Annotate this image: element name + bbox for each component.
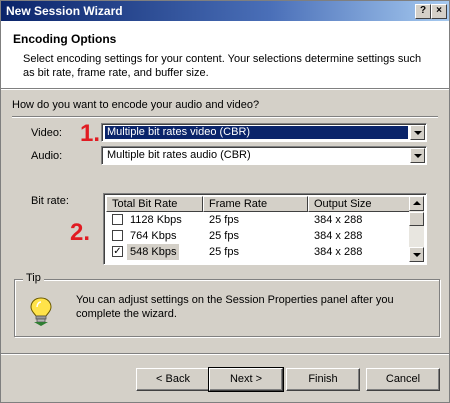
video-select[interactable]: Multiple bit rates video (CBR) — [101, 123, 427, 142]
row-frame-rate: 25 fps — [209, 246, 239, 258]
help-button[interactable]: ? — [415, 4, 431, 19]
wizard-header: Encoding Options Select encoding setting… — [1, 21, 449, 89]
bitrate-label: Bit rate: — [31, 195, 69, 207]
row-checkbox[interactable]: ✓ — [112, 246, 123, 257]
bitrate-list-header: Total Bit Rate Frame Rate Output Size — [106, 196, 410, 212]
video-label: Video: — [31, 127, 62, 139]
row-checkbox[interactable] — [112, 214, 123, 225]
row-total-bit-rate: 764 Kbps — [130, 230, 177, 242]
annotation-number-2: 2. — [70, 219, 91, 246]
wizard-window: New Session Wizard ? × Encoding Options … — [0, 0, 450, 403]
row-frame-rate: 25 fps — [209, 230, 239, 242]
audio-select-value: Multiple bit rates audio (CBR) — [107, 149, 251, 161]
bitrate-list-scrollbar[interactable] — [409, 196, 424, 262]
close-button[interactable]: × — [431, 4, 447, 19]
back-button[interactable]: < Back — [136, 368, 210, 391]
scroll-down-button[interactable] — [409, 247, 424, 262]
audio-dropdown-button[interactable] — [410, 148, 425, 163]
row-output-size: 384 x 288 — [314, 230, 363, 242]
footer-divider — [1, 353, 449, 355]
encode-question: How do you want to encode your audio and… — [12, 99, 260, 111]
tip-text: You can adjust settings on the Session P… — [76, 294, 394, 320]
title-bar[interactable]: New Session Wizard ? × — [1, 1, 449, 21]
table-row[interactable]: ✓ 548 Kbps 25 fps 384 x 288 — [106, 244, 408, 260]
audio-label: Audio: — [31, 150, 63, 162]
page-description: Select encoding settings for your conten… — [23, 53, 422, 79]
row-total-bit-rate: 548 Kbps — [127, 244, 180, 260]
cancel-button[interactable]: Cancel — [366, 368, 440, 391]
page-title: Encoding Options — [13, 32, 117, 46]
video-dropdown-button[interactable] — [410, 125, 425, 140]
column-header-output-size[interactable]: Output Size — [308, 196, 410, 212]
column-header-frame-rate[interactable]: Frame Rate — [203, 196, 308, 212]
row-frame-rate: 25 fps — [209, 214, 239, 226]
row-output-size: 384 x 288 — [314, 214, 363, 226]
scroll-up-button[interactable] — [409, 196, 424, 211]
row-total-bit-rate: 1128 Kbps — [130, 214, 182, 226]
row-checkbox[interactable] — [112, 230, 123, 241]
row-output-size: 384 x 288 — [314, 246, 363, 258]
arrow-up-icon — [413, 201, 421, 205]
arrow-down-icon — [413, 253, 421, 257]
table-row[interactable]: 1128 Kbps 25 fps 384 x 288 — [106, 212, 408, 228]
column-header-total-bit-rate[interactable]: Total Bit Rate — [106, 196, 203, 212]
bitrate-list[interactable]: Total Bit Rate Frame Rate Output Size 11… — [103, 193, 427, 265]
chevron-down-icon — [414, 154, 422, 158]
window-title: New Session Wizard — [6, 4, 123, 18]
scroll-thumb[interactable] — [409, 212, 424, 226]
next-button[interactable]: Next > — [208, 367, 284, 392]
question-divider — [12, 116, 438, 118]
header-divider — [1, 89, 449, 90]
audio-select[interactable]: Multiple bit rates audio (CBR) — [101, 146, 427, 165]
finish-button[interactable]: Finish — [286, 368, 360, 391]
annotation-number-1: 1. — [80, 120, 101, 147]
tip-legend: Tip — [23, 272, 44, 284]
chevron-down-icon — [414, 131, 422, 135]
video-select-value: Multiple bit rates video (CBR) — [105, 126, 408, 139]
table-row[interactable]: 764 Kbps 25 fps 384 x 288 — [106, 228, 408, 244]
lightbulb-tip-icon — [30, 297, 52, 326]
